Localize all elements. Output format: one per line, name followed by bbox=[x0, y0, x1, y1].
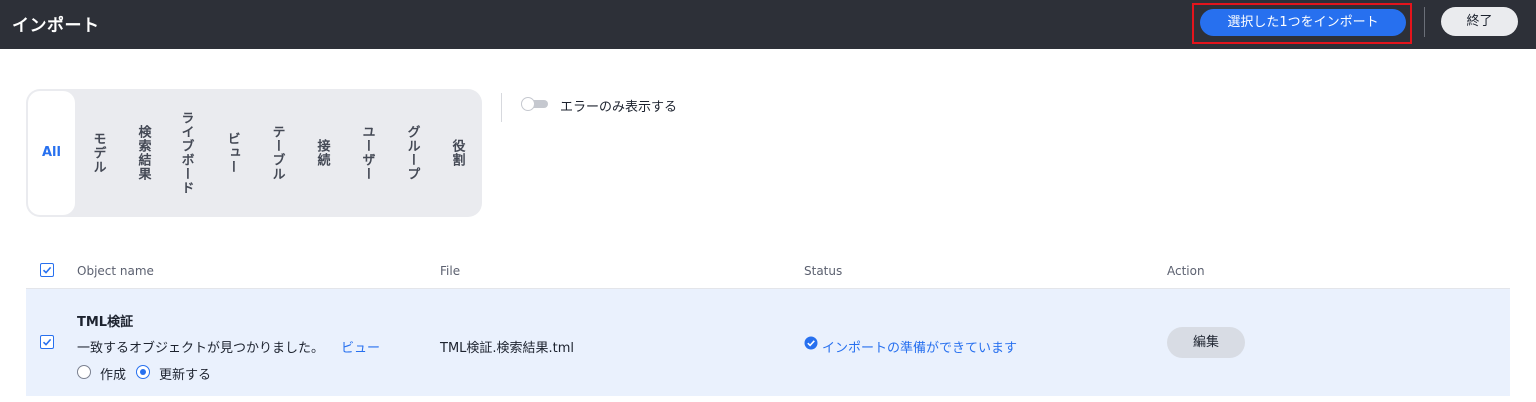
toggle-knob bbox=[521, 97, 535, 111]
select-all-checkbox[interactable] bbox=[40, 263, 54, 277]
tab-group[interactable]: グループ bbox=[401, 89, 423, 217]
object-type-filter: All モデル 検索結果 ライブボード ビュー テーブル 接続 ユーザー グルー… bbox=[26, 89, 482, 217]
import-selected-button[interactable]: 選択した1つをインポート bbox=[1200, 9, 1406, 36]
tab-liveboard[interactable]: ライブボード bbox=[175, 89, 197, 217]
object-name: TML検証 bbox=[77, 315, 134, 330]
tab-all[interactable]: All bbox=[28, 91, 75, 215]
filter-divider bbox=[501, 93, 502, 122]
tab-connection[interactable]: 接続 bbox=[311, 89, 333, 217]
top-header: インポート 選択した1つをインポート 終了 bbox=[0, 0, 1536, 49]
errors-only-label: エラーのみ表示する bbox=[560, 100, 678, 115]
tab-table[interactable]: テーブル bbox=[266, 89, 288, 217]
tab-model[interactable]: モデル bbox=[87, 89, 109, 217]
view-link[interactable]: ビュー bbox=[341, 337, 380, 356]
match-message: 一致するオブジェクトが見つかりました。 bbox=[77, 341, 325, 356]
radio-create[interactable] bbox=[77, 365, 91, 379]
radio-update-label: 更新する bbox=[159, 368, 212, 383]
check-circle-icon bbox=[804, 336, 818, 350]
column-status: Status bbox=[804, 264, 843, 278]
row-checkbox[interactable] bbox=[40, 335, 54, 349]
file-name: TML検証.検索結果.tml bbox=[440, 341, 575, 356]
column-action: Action bbox=[1167, 264, 1205, 278]
check-icon bbox=[42, 266, 52, 274]
tab-view[interactable]: ビュー bbox=[221, 89, 243, 217]
tab-user[interactable]: ユーザー bbox=[356, 89, 378, 217]
end-button[interactable]: 終了 bbox=[1441, 7, 1518, 36]
edit-button[interactable]: 編集 bbox=[1167, 327, 1245, 358]
column-file: File bbox=[440, 264, 461, 278]
radio-update[interactable] bbox=[136, 365, 150, 379]
radio-create-label: 作成 bbox=[100, 368, 127, 383]
tab-role[interactable]: 役割 bbox=[446, 89, 468, 217]
errors-only-toggle[interactable] bbox=[521, 97, 549, 111]
tab-search-results[interactable]: 検索結果 bbox=[132, 89, 154, 217]
column-object-name: Object name bbox=[77, 264, 154, 278]
header-divider bbox=[1424, 7, 1425, 37]
page-title: インポート bbox=[12, 16, 100, 36]
status-ready: インポートの準備ができています bbox=[822, 341, 1018, 356]
check-icon bbox=[42, 338, 52, 346]
